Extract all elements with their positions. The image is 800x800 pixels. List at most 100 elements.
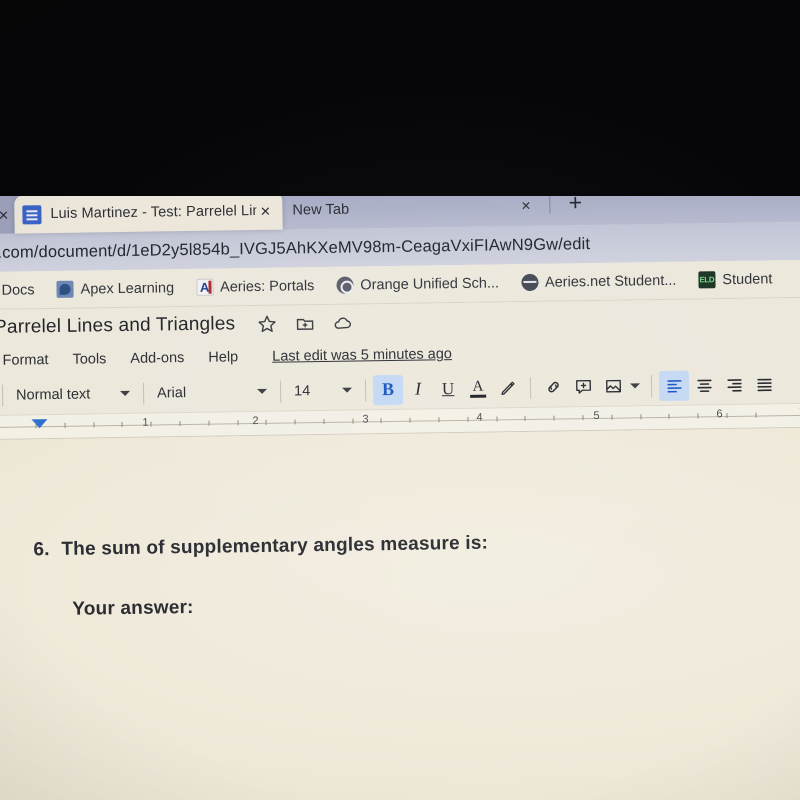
align-right-button[interactable] xyxy=(719,369,749,399)
tab-title: New Tab xyxy=(292,201,350,219)
ruler-tick xyxy=(611,414,613,420)
bookmark-label: Aeries.net Student... xyxy=(544,272,677,291)
ruler-number: 6 xyxy=(716,408,723,421)
question-line: 6. The sum of supplementary angles measur… xyxy=(33,533,488,562)
photo-of-screen: × Luis Martinez - Test: Parrelel Line × … xyxy=(0,0,800,800)
menu-item-tools[interactable]: Tools xyxy=(60,351,118,368)
ruler-tick xyxy=(294,419,296,425)
paragraph-style-value: Normal text xyxy=(15,385,91,404)
italic-label: I xyxy=(414,378,422,399)
image-icon xyxy=(605,379,621,393)
aeries-portals-icon xyxy=(195,278,214,296)
bookmark-label: Orange Unified Sch... xyxy=(360,274,500,293)
text-color-button[interactable]: A xyxy=(463,373,493,403)
paragraph-style-dropdown[interactable]: Normal text xyxy=(10,379,136,409)
insert-link-button[interactable] xyxy=(538,372,568,402)
close-icon[interactable]: × xyxy=(0,205,13,224)
ruler-tick xyxy=(93,422,95,428)
ruler-tick xyxy=(524,416,526,422)
align-left-icon xyxy=(666,380,682,393)
title-action-icons xyxy=(257,313,353,334)
google-docs-icon xyxy=(22,204,42,224)
bookmark-aeries-portals[interactable]: Aeries: Portals xyxy=(185,277,326,296)
ruler-tick xyxy=(755,412,757,418)
underline-button[interactable]: U xyxy=(433,373,463,403)
ruler-tick xyxy=(380,418,383,424)
bookmark-aeries-net-student[interactable]: Aeries.net Student... xyxy=(510,272,688,292)
ruler-tick xyxy=(668,413,670,419)
divider xyxy=(1,384,4,407)
highlighter-pen-icon xyxy=(501,381,515,395)
ruler-tick xyxy=(496,416,498,422)
close-icon[interactable]: × xyxy=(256,201,274,220)
align-center-button[interactable] xyxy=(689,370,719,400)
document-page[interactable]: 6. The sum of supplementary angles measur… xyxy=(0,427,800,800)
tab-title: Luis Martinez - Test: Parrelel Line xyxy=(50,202,257,223)
question-number: 6. xyxy=(33,539,50,561)
chevron-down-icon xyxy=(120,390,131,397)
ruler-number: 3 xyxy=(362,413,369,426)
italic-button[interactable]: I xyxy=(403,374,433,404)
ruler-tick xyxy=(208,420,210,426)
ruler-tick xyxy=(726,413,728,419)
url-text: gle.com/document/d/1eD2y5l854b_IVGJ5AhKX… xyxy=(0,234,591,262)
link-icon xyxy=(547,381,559,393)
bookmark-apex-learning[interactable]: Apex Learning xyxy=(45,279,185,298)
ruler-tick xyxy=(409,417,411,423)
bookmark-docs[interactable]: Docs xyxy=(0,282,46,299)
bold-button[interactable]: B xyxy=(372,374,404,405)
menu-item-help[interactable]: Help xyxy=(196,349,250,366)
text-color-label: A xyxy=(472,378,484,395)
cloud-saved-icon[interactable] xyxy=(333,313,353,333)
ruler-tick xyxy=(323,419,325,425)
ruler-baseline xyxy=(0,414,800,428)
ruler-tick xyxy=(179,421,181,427)
menu-item-add-ons[interactable]: Add-ons xyxy=(118,350,196,367)
highlight-color-button[interactable] xyxy=(493,373,523,403)
close-icon[interactable]: × xyxy=(521,198,531,216)
ruler-tick xyxy=(582,415,584,421)
bookmark-label: Docs xyxy=(1,281,35,299)
justify-button[interactable] xyxy=(749,369,779,399)
ruler-tick xyxy=(352,418,354,424)
menu-item-format[interactable]: Format xyxy=(0,352,61,369)
ruler-number: 5 xyxy=(593,409,600,423)
ruler-tick xyxy=(697,413,699,419)
font-family-dropdown[interactable]: Arial xyxy=(151,377,273,407)
new-tab-button[interactable]: + xyxy=(564,189,586,215)
last-edit-status[interactable]: Last edit was 5 minutes ago xyxy=(272,346,452,365)
chevron-down-icon[interactable] xyxy=(630,383,641,389)
ruler-number: 2 xyxy=(252,414,259,428)
document-canvas: 6. The sum of supplementary angles measur… xyxy=(0,427,800,800)
justify-icon xyxy=(756,378,772,392)
bold-label: B xyxy=(381,378,395,400)
chevron-down-icon xyxy=(257,388,268,395)
aeries-net-icon xyxy=(520,273,539,292)
tab-new-tab[interactable]: New Tab xyxy=(282,188,551,230)
ruler-number: 4 xyxy=(476,411,483,424)
eld-icon xyxy=(698,271,716,289)
ruler-tick xyxy=(265,419,267,425)
page-title[interactable]: Parrelel Lines and Triangles xyxy=(0,313,235,339)
align-left-button[interactable] xyxy=(658,370,690,401)
browser-window: × Luis Martinez - Test: Parrelel Line × … xyxy=(0,173,800,800)
insert-image-button[interactable] xyxy=(598,371,628,401)
font-size-dropdown[interactable]: 14 xyxy=(288,376,358,405)
bookmark-orange-unified[interactable]: Orange Unified Sch... xyxy=(325,274,510,294)
text-color-swatch xyxy=(470,394,487,398)
star-icon[interactable] xyxy=(257,314,277,334)
ruler-tick xyxy=(467,416,469,422)
tab-google-docs[interactable]: Luis Martinez - Test: Parrelel Line × xyxy=(14,191,283,234)
bookmark-student[interactable]: Student xyxy=(687,270,783,289)
divider xyxy=(549,193,551,214)
align-right-icon xyxy=(726,379,742,392)
bookmark-label: Apex Learning xyxy=(80,279,175,298)
font-size-value: 14 xyxy=(293,382,311,399)
left-indent-marker[interactable] xyxy=(31,419,48,429)
ruler-tick xyxy=(35,423,37,429)
divider xyxy=(650,374,653,397)
move-to-folder-icon[interactable] xyxy=(295,313,315,333)
bookmark-label: Student xyxy=(722,270,773,288)
ruler-tick xyxy=(553,415,555,421)
add-comment-button[interactable] xyxy=(568,371,598,401)
